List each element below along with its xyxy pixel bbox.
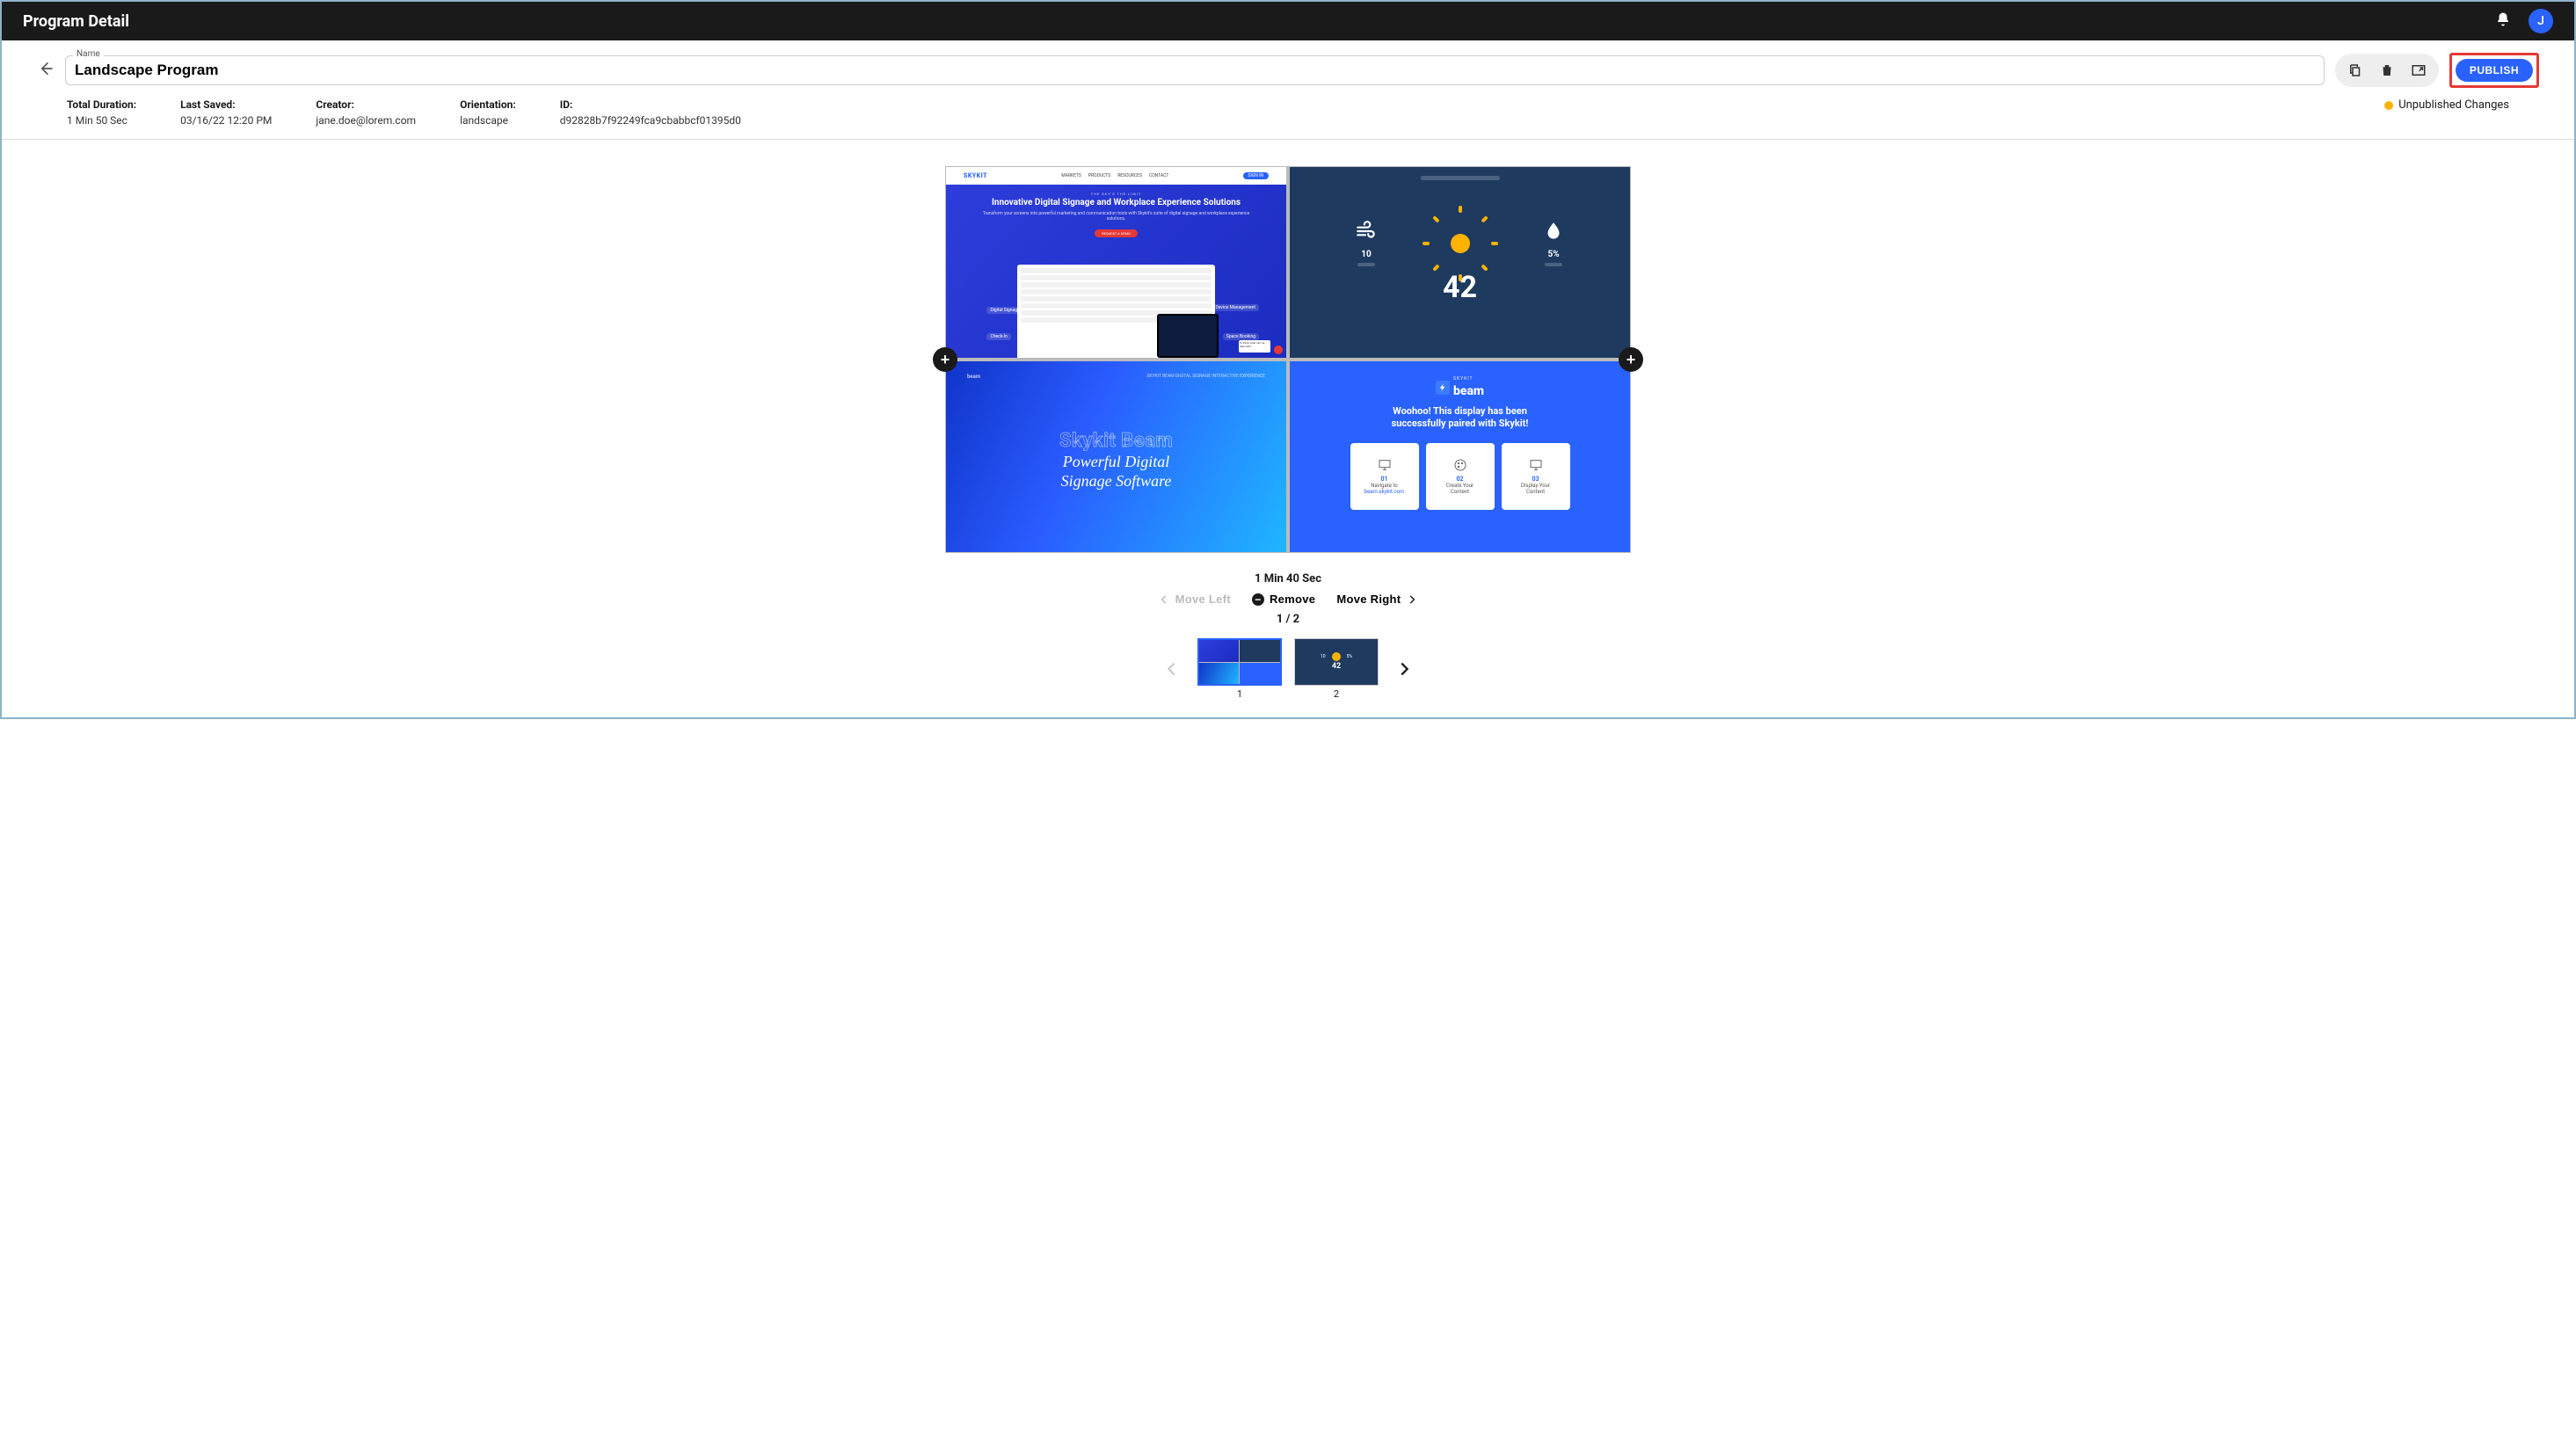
bell-icon[interactable] (2495, 11, 2511, 31)
palette-icon (1453, 458, 1467, 472)
creator-value: jane.doe@lorem.com (316, 114, 416, 127)
sun-icon (1440, 223, 1481, 264)
move-right-button[interactable]: Move Right (1336, 593, 1418, 606)
thumb-prev-button (1162, 659, 1182, 679)
total-duration-value: 1 Min 50 Sec (67, 114, 136, 127)
id-label: ID: (560, 98, 741, 111)
last-saved-label: Last Saved: (180, 98, 272, 111)
monitor-icon (1378, 458, 1392, 472)
humidity-value: 5% (1547, 250, 1559, 259)
header-row: Name PUBLISH (2, 40, 2574, 91)
topbar: Program Detail J (2, 2, 2574, 40)
add-right-button[interactable]: + (1619, 347, 1643, 372)
last-saved-value: 03/16/22 12:20 PM (180, 114, 272, 127)
orientation-value: landscape (460, 114, 516, 127)
total-duration-label: Total Duration: (67, 98, 136, 111)
add-left-button[interactable]: + (933, 347, 957, 372)
program-name-field[interactable]: Name (65, 55, 2325, 85)
trash-icon (2379, 62, 2395, 78)
drop-icon (1542, 220, 1565, 246)
unpublished-label: Unpublished Changes (2398, 98, 2509, 112)
current-slide-duration: 1 Min 40 Sec (1158, 572, 1419, 585)
fullscreen-icon (2411, 62, 2427, 78)
sun-icon (1333, 653, 1340, 660)
status-dot-icon (2384, 101, 2393, 110)
chevron-left-icon (1158, 593, 1170, 606)
meta-row: Total Duration: 1 Min 50 Sec Last Saved:… (2, 91, 2574, 140)
thumbnail-1[interactable]: 1 (1197, 638, 1282, 700)
fullscreen-button[interactable] (2405, 57, 2432, 84)
program-name-input[interactable] (75, 62, 2315, 79)
copy-icon (2347, 62, 2363, 78)
canvas-area: + SKYKIT MARKETS PRODUCTS RESOURCES CONT… (2, 140, 2574, 717)
id-value: d92828b7f92249fca9cbabbcf01395d0 (560, 114, 741, 127)
chevron-right-icon (1406, 593, 1418, 606)
tile-product[interactable]: beam SKYKIT BEAM DIGITAL SIGNAGE INTERAC… (946, 361, 1286, 552)
tile-grid: SKYKIT MARKETS PRODUCTS RESOURCES CONTAC… (945, 166, 1631, 553)
wind-icon (1355, 220, 1378, 246)
pager: 1 / 2 (1158, 613, 1419, 626)
plus-icon: + (1626, 351, 1636, 369)
publish-highlight: PUBLISH (2449, 53, 2539, 88)
page-title: Program Detail (23, 12, 129, 31)
back-arrow-icon[interactable] (37, 60, 55, 81)
remove-button[interactable]: − Remove (1252, 593, 1315, 606)
tile-pairing[interactable]: SKYKIT beam Woohoo! This display has bee… (1290, 361, 1630, 552)
move-left-button: Move Left (1158, 593, 1231, 606)
tile-website[interactable]: SKYKIT MARKETS PRODUCTS RESOURCES CONTAC… (946, 167, 1286, 358)
bolt-icon (1436, 381, 1450, 395)
plus-icon: + (941, 351, 950, 369)
orientation-label: Orientation: (460, 98, 516, 111)
copy-button[interactable] (2342, 57, 2369, 84)
publish-button[interactable]: PUBLISH (2456, 59, 2533, 82)
delete-button[interactable] (2374, 57, 2400, 84)
tile-weather[interactable]: 10 (1290, 167, 1630, 358)
avatar[interactable]: J (2529, 9, 2553, 33)
tile1-logo: SKYKIT (964, 172, 987, 179)
toolbar-group (2335, 54, 2439, 87)
thumb-next-button[interactable] (1394, 659, 1414, 679)
unpublished-status: Unpublished Changes (2384, 98, 2509, 112)
thumbnail-2[interactable]: 10 5% 42 2 (1294, 638, 1379, 700)
name-label: Name (73, 49, 104, 59)
creator-label: Creator: (316, 98, 416, 111)
chat-icon (1274, 345, 1283, 354)
display-icon (1529, 458, 1543, 472)
wind-value: 10 (1361, 250, 1371, 259)
remove-circle-icon: − (1252, 593, 1264, 606)
